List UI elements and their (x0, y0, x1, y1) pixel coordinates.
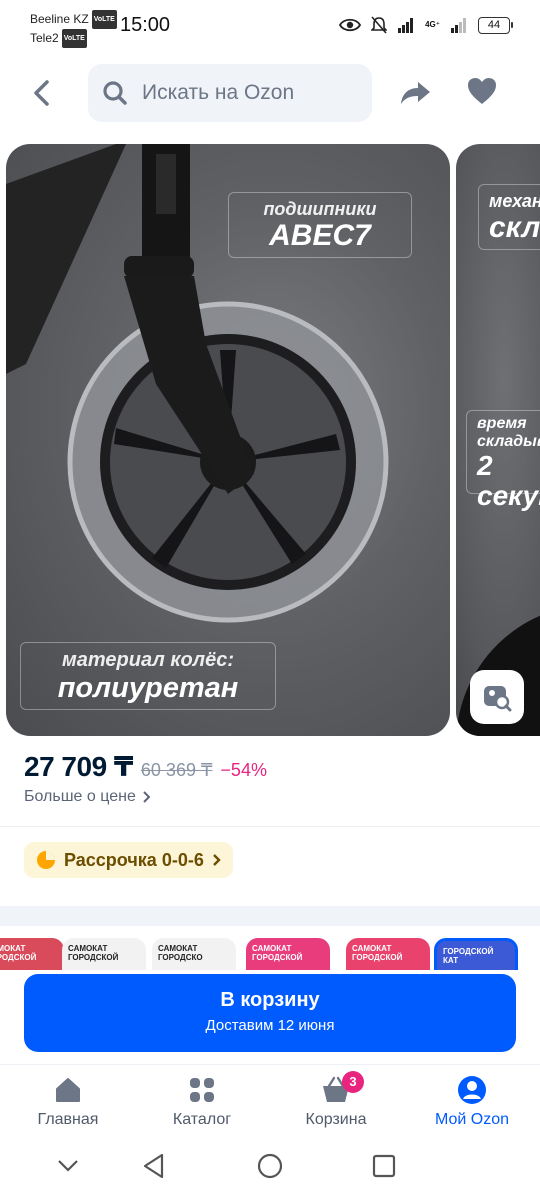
clock: 15:00 (120, 14, 171, 36)
more-about-price-link[interactable]: Больше о цене (24, 788, 150, 806)
variant-thumbnail-text: ГОРОДСКОЙ КАТ (443, 947, 494, 965)
top-bar: Искать на Ozon (0, 62, 540, 124)
old-price: 60 369 ₸ (140, 760, 213, 780)
bearing-label: подшипники ABEC7 (228, 192, 412, 258)
variant-thumbnail-text: САМОКАТ ГОРОДСКОЙ (0, 944, 37, 962)
system-home-button[interactable] (254, 1150, 286, 1182)
material-label: материал колёс: полиуретан (20, 642, 276, 710)
variant-thumbnail[interactable]: САМОКАТ ГОРОДСКОЙ (246, 938, 330, 970)
delivery-date: Доставим 12 июня (205, 1017, 335, 1034)
status-icons: 4G⁺ 44 (339, 16, 513, 34)
wheel-edge-illustration (456, 615, 540, 736)
system-back-button[interactable] (138, 1150, 170, 1182)
nav-cart[interactable]: 3 Корзина (276, 1071, 396, 1129)
bearing-line2: ABEC7 (269, 219, 371, 252)
product-image[interactable]: подшипники ABEC7 материал колёс: полиуре… (6, 144, 450, 736)
variant-thumbnail-text: САМОКАТ ГОРОДСКОЙ (68, 944, 119, 962)
variant-thumbnail[interactable]: САМОКАТ ГОРОДСКО (152, 938, 236, 970)
circle-home-icon (257, 1153, 283, 1179)
installment-icon (37, 851, 55, 869)
product-gallery[interactable]: подшипники ABEC7 материал колёс: полиуре… (0, 144, 540, 736)
nav-profile[interactable]: Мой Ozon (412, 1073, 532, 1129)
variant-thumbnail-selected[interactable]: ГОРОДСКОЙ КАТ (434, 938, 518, 970)
nav-home-label: Главная (37, 1111, 99, 1128)
variant-thumbnails: САМОКАТ ГОРОДСКОЙ САМОКАТ ГОРОДСКОЙ САМО… (0, 926, 540, 970)
eye-icon (339, 18, 362, 32)
variant-thumbnail[interactable]: САМОКАТ ГОРОДСКОЙ (346, 938, 430, 970)
variant-thumbnail[interactable]: САМОКАТ ГОРОДСКОЙ (62, 938, 146, 970)
chevron-right-icon (212, 854, 221, 866)
discount-badge: −54% (220, 760, 267, 780)
square-recents-icon (372, 1154, 396, 1178)
profile-icon (458, 1076, 486, 1104)
signal-icon (398, 18, 414, 33)
divider (0, 826, 540, 827)
carrier-2: Tele2 (30, 31, 59, 45)
mute-icon (371, 16, 388, 34)
chevron-down-icon (58, 1160, 78, 1172)
heart-icon (468, 78, 496, 104)
nav-home[interactable]: Главная (8, 1073, 128, 1129)
home-icon (56, 1078, 80, 1102)
visual-search-button[interactable] (470, 670, 524, 724)
material-line2: полиуретан (57, 672, 239, 704)
product-image-next[interactable]: механизм складывания время складывания 2… (456, 144, 540, 736)
triangle-back-icon (143, 1153, 164, 1179)
share-button[interactable] (398, 76, 434, 110)
status-bar: Beeline KZ VoLTE Tele2 VoLTE 15:00 4G⁺ 44 (0, 0, 540, 54)
system-navigation-bar (0, 1138, 540, 1194)
search-placeholder: Искать на Ozon (142, 81, 295, 104)
hide-keyboard-button[interactable] (52, 1150, 84, 1182)
variant-thumbnail-text: САМОКАТ ГОРОДСКОЙ (352, 944, 403, 962)
product-page: Beeline KZ VoLTE Tele2 VoLTE 15:00 4G⁺ 44 … (0, 0, 540, 1194)
favorite-button[interactable] (466, 76, 502, 110)
volte-badge: VoLTE (91, 10, 117, 29)
installment-button[interactable]: Рассрочка 0-0-6 (24, 842, 233, 878)
variant-thumbnail-text: САМОКАТ ГОРОДСКОЙ (252, 944, 303, 962)
material-line1: материал колёс: (61, 649, 235, 671)
variant-thumbnail[interactable]: САМОКАТ ГОРОДСКОЙ (0, 938, 64, 970)
search-icon (103, 81, 127, 105)
price-row: 27 709 ₸ 60 369 ₸ −54% (24, 750, 267, 783)
search-input[interactable]: Искать на Ozon (88, 64, 372, 122)
volte-badge: VoLTE (61, 29, 87, 48)
installment-label: Рассрочка 0-0-6 (64, 849, 204, 870)
back-button[interactable] (24, 76, 58, 110)
image-search-icon (484, 686, 512, 712)
nav-catalog[interactable]: Каталог (142, 1073, 262, 1129)
catalog-icon (190, 1078, 214, 1102)
chevron-right-icon (143, 791, 150, 803)
carrier-info: Beeline KZ VoLTE Tele2 VoLTE (30, 10, 117, 48)
nav-profile-label: Мой Ozon (434, 1111, 510, 1128)
variant-thumbnail-text: САМОКАТ ГОРОДСКО (158, 944, 203, 962)
share-icon (401, 82, 430, 104)
add-to-cart-button[interactable]: В корзину Доставим 12 июня (24, 974, 516, 1052)
add-to-cart-label: В корзину (220, 989, 320, 1011)
bearing-line1: подшипники (263, 199, 377, 219)
network-type: 4G⁺ (425, 20, 440, 29)
more-about-price-label: Больше о цене (24, 788, 136, 805)
chevron-left-icon (34, 80, 49, 106)
bottom-navigation: Главная Каталог 3 Корзина Мой Ozon (0, 1064, 540, 1138)
current-price: 27 709 ₸ (24, 751, 133, 782)
system-recents-button[interactable] (368, 1150, 400, 1182)
nav-catalog-label: Каталог (172, 1111, 232, 1128)
carrier-1: Beeline KZ (30, 12, 89, 26)
cart-count-badge: 3 (342, 1071, 364, 1093)
section-separator (0, 906, 540, 926)
nav-cart-label: Корзина (305, 1111, 367, 1128)
signal-icon (451, 18, 466, 33)
battery-indicator: 44 (478, 16, 513, 34)
